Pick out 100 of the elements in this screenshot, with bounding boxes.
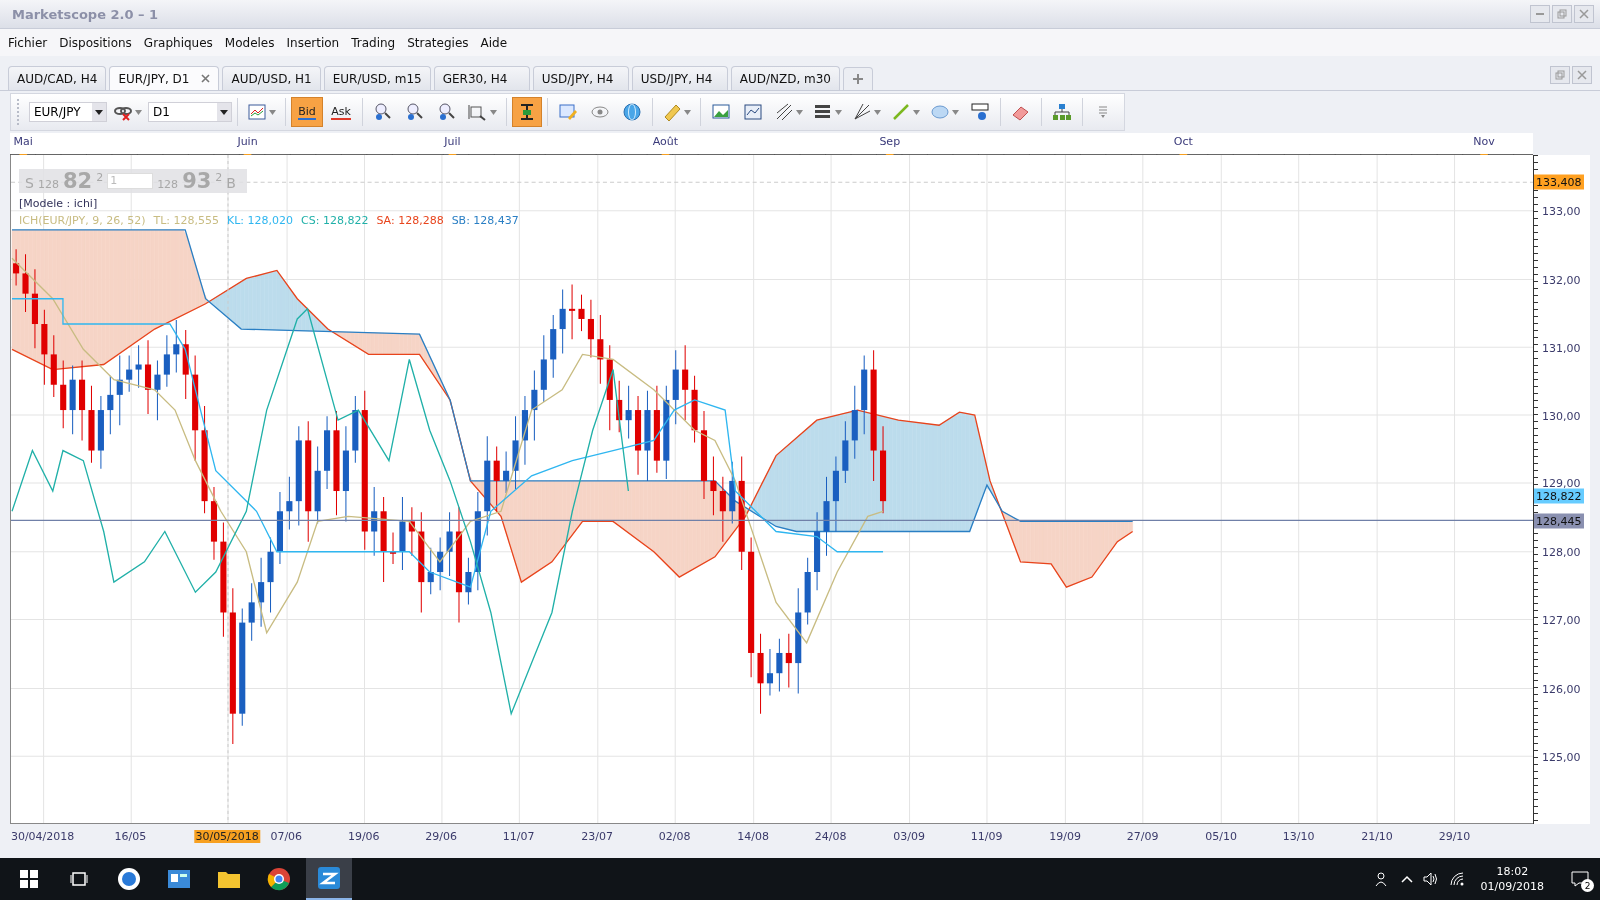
chart-tab[interactable]: GER30, H4 [433, 66, 530, 90]
date-label: 16/05 [113, 830, 148, 843]
new-tab-button[interactable] [843, 67, 873, 90]
clock-time[interactable]: 18:02 [1496, 865, 1529, 878]
date-label: 14/08 [736, 830, 770, 843]
date-label: 21/10 [1360, 830, 1394, 843]
chart-tab[interactable]: EUR/USD, m15 [323, 66, 431, 90]
close-icon[interactable] [201, 74, 211, 83]
browser-icon [267, 867, 291, 891]
indicator-legend: KL: 128,020 [227, 214, 294, 227]
dropdown-arrow-icon[interactable] [490, 109, 497, 115]
month-label: Juil [444, 135, 461, 148]
dropdown-arrow-icon[interactable] [135, 109, 142, 115]
windows-icon [20, 870, 38, 888]
menu-item[interactable]: Aide [474, 31, 514, 54]
symbol-dropdown[interactable]: EUR/JPY [29, 102, 107, 122]
menu-item[interactable]: Graphiques [137, 31, 219, 54]
chart-tab[interactable]: AUD/CAD, H4 [8, 66, 107, 90]
candlestick [163, 334, 170, 388]
date-label: 07/06 [269, 830, 304, 843]
menu-item[interactable]: Strategies [401, 31, 475, 54]
model-label: [Modele : ichi] [19, 197, 99, 210]
task-view-icon [70, 871, 88, 887]
indicator-legend: SB: 128,437 [451, 214, 519, 227]
chart-tab[interactable]: AUD/USD, H1 [222, 66, 321, 90]
chart-tab[interactable]: AUD/NZD, m30 [730, 66, 840, 90]
candlestick [842, 420, 849, 484]
wifi-icon[interactable] [1448, 871, 1465, 887]
candlestick [587, 299, 594, 358]
globe-icon [622, 102, 642, 122]
menu-item[interactable]: Modeles [218, 31, 281, 54]
close-icon [1579, 9, 1589, 19]
date-label: 11/07 [501, 830, 536, 843]
candlestick [719, 476, 726, 543]
crosshair-tool[interactable] [512, 97, 542, 127]
price-side-button[interactable]: Bid [291, 97, 323, 127]
date-label: 19/09 [1048, 830, 1082, 843]
dropdown-arrow-icon[interactable] [269, 109, 276, 115]
candlestick [625, 385, 632, 439]
date-label: 03/09 [892, 830, 926, 843]
candlestick [389, 532, 397, 565]
dropdown-arrow-icon[interactable] [835, 109, 842, 115]
menu-item[interactable]: Fichier [2, 31, 54, 54]
sell-price-prefix: 128 [37, 178, 59, 191]
date-label: 11/09 [969, 830, 1004, 843]
close-button[interactable] [1574, 5, 1594, 23]
minimize-button[interactable] [1530, 5, 1550, 23]
menu-item[interactable]: Trading [345, 31, 402, 54]
candlestick [804, 557, 811, 626]
clock-date[interactable]: 01/09/2018 [1480, 880, 1544, 893]
price-badge: 128,822 [1534, 488, 1584, 504]
chart-tab[interactable]: EUR/JPY, D1 [109, 66, 220, 90]
indicator-legend: CS: 128,822 [301, 214, 369, 227]
chart-tab[interactable]: USD/JPY, H4 [532, 66, 629, 90]
candlestick [154, 359, 161, 421]
month-label: Août [652, 135, 679, 148]
ruler-icon [662, 102, 682, 122]
candlestick [559, 289, 566, 354]
dropdown-arrow-icon[interactable] [952, 109, 959, 115]
timeframe-dropdown[interactable]: D1 [148, 102, 232, 122]
dropdown-arrow-icon[interactable] [913, 109, 920, 115]
price-side-button[interactable]: Ask [325, 97, 357, 127]
dropdown-arrow-icon[interactable] [796, 109, 803, 115]
candlestick [465, 557, 472, 605]
chart-tab[interactable]: USD/JPY, H4 [631, 66, 728, 90]
buy-label: B [226, 175, 236, 191]
dropdown-arrow-icon[interactable] [684, 109, 691, 115]
price-label: 126,00 [1542, 682, 1581, 696]
date-label: 29/10 [1437, 830, 1472, 843]
price-label: 125,00 [1542, 750, 1581, 764]
menu-item[interactable]: Insertion [280, 31, 346, 54]
date-label: 13/10 [1281, 830, 1316, 843]
candlestick [437, 537, 444, 591]
pointer-zoom-icon [437, 102, 457, 122]
speaker-icon[interactable] [1422, 871, 1439, 887]
caret-icon [95, 109, 103, 115]
date-label: 19/06 [346, 830, 381, 843]
fan-icon [852, 102, 872, 122]
window-title: Marketscope 2.0 – 1 [12, 6, 159, 22]
close-button[interactable] [1572, 66, 1592, 84]
candlestick [540, 334, 547, 403]
plus-icon [852, 73, 864, 85]
chevron-up-icon[interactable] [1400, 875, 1413, 883]
date-label: 27/09 [1125, 830, 1160, 843]
date-label: 05/10 [1204, 830, 1238, 843]
app-circle-icon [117, 867, 141, 891]
notification-icon[interactable] [1571, 871, 1589, 887]
candlestick [107, 375, 114, 435]
price-badge: 128,445 [1534, 513, 1584, 529]
candlestick [785, 633, 792, 688]
chart-window-icon [743, 102, 763, 122]
candlestick [248, 582, 255, 642]
menu-item[interactable]: Dispositions [53, 31, 138, 54]
date-label: 02/08 [657, 830, 692, 843]
dropdown-arrow-icon[interactable] [874, 109, 881, 115]
candlestick [116, 354, 123, 426]
indicator-legend: TL: 128,555 [153, 214, 219, 227]
candlestick [408, 506, 415, 557]
candlestick [258, 557, 265, 628]
taskbar-app[interactable] [306, 858, 352, 900]
